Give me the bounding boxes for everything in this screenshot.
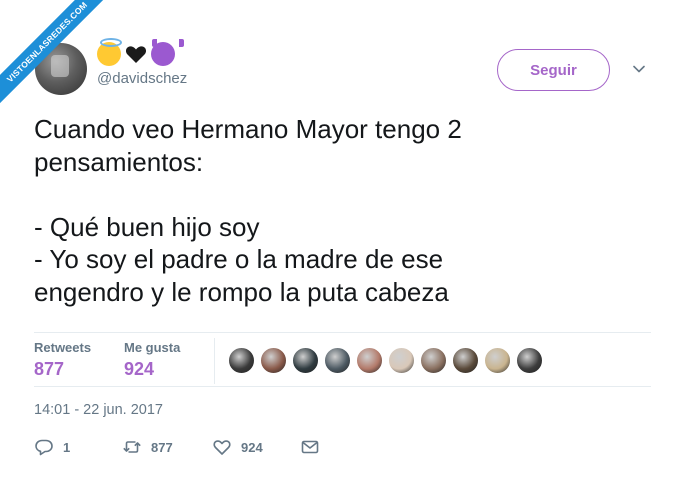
liker-avatar[interactable] — [452, 347, 479, 374]
liker-avatar[interactable] — [516, 347, 543, 374]
tweet-line — [34, 178, 654, 211]
watermark-banner: VISTOENLASREDES.COM — [0, 0, 120, 120]
liker-avatar[interactable] — [260, 347, 287, 374]
stats-bottom-divider — [34, 386, 651, 387]
black-heart-icon — [124, 42, 148, 66]
chevron-down-icon[interactable] — [632, 62, 646, 76]
stats-separator — [214, 338, 215, 384]
tweet-text: Cuando veo Hermano Mayor tengo 2 pensami… — [34, 113, 654, 308]
reply-icon — [35, 439, 53, 456]
retweets-value: 877 — [34, 359, 65, 379]
liker-avatar[interactable] — [388, 347, 415, 374]
retweet-button[interactable]: 877 — [122, 437, 173, 457]
liker-avatar[interactable] — [324, 347, 351, 374]
reply-count: 1 — [63, 439, 71, 455]
envelope-icon — [301, 440, 319, 454]
stats-top-divider — [34, 332, 651, 333]
tweet-timestamp[interactable]: 14:01 - 22 jun. 2017 — [34, 402, 163, 418]
tweet-line: - Yo soy el padre o la madre de ese — [34, 244, 444, 274]
tweet-line: engendro y le rompo la puta cabeza — [34, 276, 449, 307]
follow-button[interactable]: Seguir — [497, 49, 610, 91]
tweet-line: Cuando veo Hermano Mayor tengo 2 — [34, 114, 462, 144]
likes-label: Me gusta — [124, 340, 181, 355]
tweet-line: - Qué buen hijo soy — [34, 211, 260, 242]
liker-avatar[interactable] — [292, 347, 319, 374]
like-count: 924 — [241, 439, 263, 455]
tweet-line: pensamientos: — [34, 146, 204, 177]
likers-avatars — [228, 347, 543, 374]
direct-message-button[interactable] — [300, 437, 320, 457]
retweets-label: Retweets — [34, 340, 92, 355]
liker-avatar[interactable] — [484, 347, 511, 374]
heart-icon — [213, 440, 231, 455]
retweet-count: 877 — [151, 439, 173, 455]
liker-avatar[interactable] — [420, 347, 447, 374]
reply-button[interactable]: 1 — [34, 437, 70, 457]
likes-value: 924 — [124, 359, 155, 379]
watermark-text: VISTOENLASREDES.COM — [0, 0, 115, 110]
liker-avatar[interactable] — [228, 347, 255, 374]
likes-stat[interactable]: Me gusta 924 — [124, 340, 180, 380]
liker-avatar[interactable] — [356, 347, 383, 374]
retweet-icon — [123, 441, 141, 453]
smiling-face-with-horns-icon — [151, 39, 184, 66]
retweets-stat[interactable]: Retweets 877 — [34, 340, 91, 380]
like-button[interactable]: 924 — [212, 437, 263, 457]
